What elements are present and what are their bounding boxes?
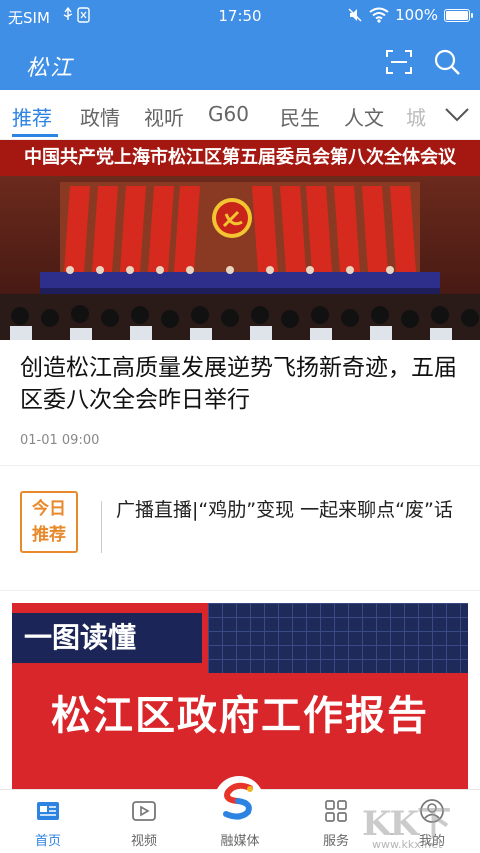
divider — [0, 465, 480, 466]
article-title[interactable]: 创造松江高质量发展逆势飞扬新奇迹，五届区委八次全会昨日举行 — [20, 352, 460, 416]
nav-video[interactable]: 视频 — [104, 790, 184, 853]
search-icon[interactable] — [433, 48, 461, 76]
mute-icon — [348, 8, 362, 22]
report-poster[interactable]: 一图读懂 松江区政府工作报告 — [12, 603, 468, 789]
badge-line-2: 推荐 — [32, 525, 66, 545]
badge-line-1: 今日 — [32, 499, 66, 519]
status-right: 100% — [347, 6, 473, 24]
category-tabs: 推荐 政情 视听 G60 民生 人文 城 — [0, 90, 480, 140]
poster-title: 松江区政府工作报告 — [51, 693, 429, 739]
article-time: 01-01 09:00 — [20, 433, 100, 448]
video-icon — [132, 801, 156, 821]
nav-home[interactable]: 首页 — [8, 790, 88, 853]
chevron-down-icon — [445, 108, 469, 122]
tab-recommend[interactable]: 推荐 — [12, 102, 52, 131]
today-recommend-badge: 今日 推荐 — [20, 491, 78, 553]
divider — [0, 590, 480, 591]
hero-image[interactable]: 中国共产党上海市松江区第五届委员会第八次全体会议 — [0, 140, 480, 340]
poster-grid-pattern — [208, 603, 468, 673]
tab-audiovisual[interactable]: 视听 — [144, 102, 184, 131]
battery-percent: 100% — [395, 6, 438, 24]
battery-icon — [444, 8, 473, 22]
app-logo: 松江 — [26, 56, 75, 81]
grid-icon — [325, 800, 347, 822]
divider — [101, 501, 102, 553]
tabs-expand-button[interactable] — [436, 90, 480, 138]
active-tab-indicator — [12, 134, 58, 137]
meeting-hall-image — [0, 176, 480, 340]
tab-politics[interactable]: 政情 — [80, 102, 120, 131]
nav-video-label: 视频 — [130, 834, 157, 849]
wifi-icon — [369, 7, 389, 23]
battery-fill — [446, 10, 468, 20]
watermark-url: www.kkx.net — [372, 838, 443, 851]
tab-culture[interactable]: 人文 — [344, 102, 384, 131]
tab-livelihood[interactable]: 民生 — [280, 102, 320, 131]
tab-g60[interactable]: G60 — [208, 102, 249, 126]
media-logo-button[interactable] — [214, 776, 264, 826]
hero-banner-text: 中国共产党上海市松江区第五届委员会第八次全体会议 — [0, 140, 480, 176]
recommend-headline[interactable]: 广播直播|“鸡肋”变现 一起来聊点“废”话 — [116, 494, 456, 526]
status-bar: 无SIM 17:50 100% — [0, 0, 480, 32]
scan-icon[interactable] — [386, 50, 412, 74]
nav-home-label: 首页 — [34, 834, 61, 849]
tab-city[interactable]: 城 — [406, 102, 426, 131]
poster-tag: 一图读懂 — [12, 613, 202, 663]
media-logo-icon — [216, 778, 262, 824]
nav-media-label: 融媒体 — [220, 834, 260, 849]
home-icon — [37, 802, 59, 820]
